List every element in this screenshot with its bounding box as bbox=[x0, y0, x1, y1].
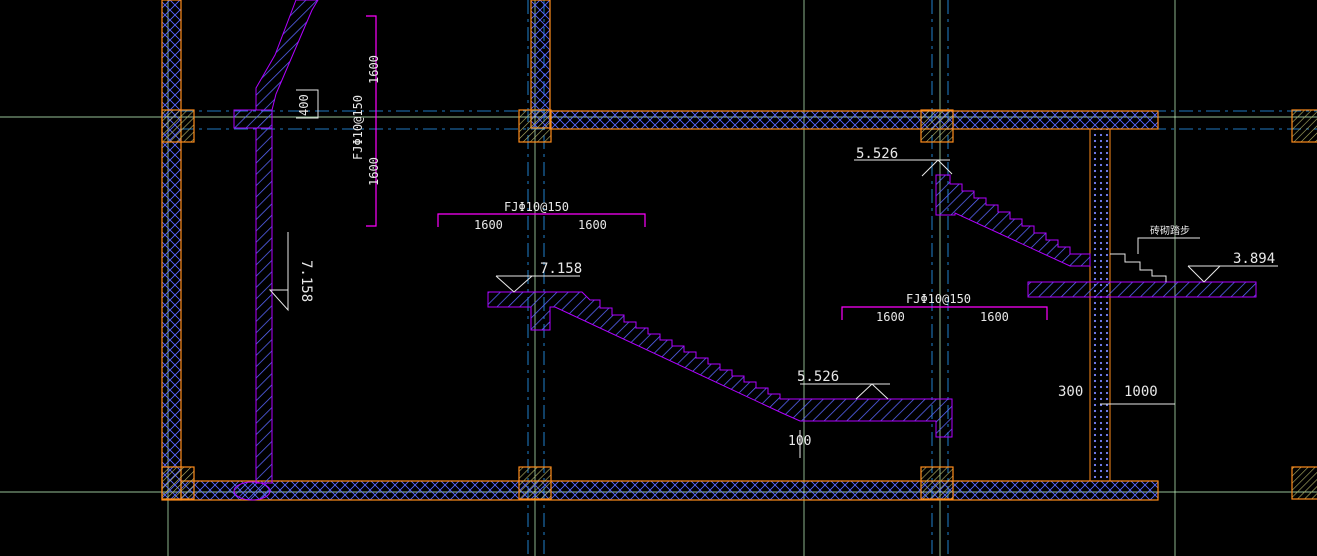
rebar-lines bbox=[366, 15, 1048, 320]
rebar-horizontal-right-dim-2: 1600 bbox=[980, 310, 1009, 324]
walls bbox=[161, 0, 1159, 501]
rebar-horizontal-right-dim-1: 1600 bbox=[876, 310, 905, 324]
rebar-horizontal-left-dim-1: 1600 bbox=[474, 218, 503, 232]
bottom-beam bbox=[180, 480, 1159, 501]
rebar-horizontal-left-label: FJΦ10@150 bbox=[504, 200, 569, 214]
elev-landing-mid: 5.526 bbox=[797, 369, 839, 385]
rebar-vertical-dim-bottom: 1600 bbox=[367, 157, 381, 186]
brick-steps bbox=[1110, 237, 1200, 282]
dim-1000: 1000 bbox=[1124, 384, 1158, 400]
elev-right: 3.894 bbox=[1233, 251, 1275, 267]
axis-lines bbox=[180, 0, 1317, 556]
dim-100: 100 bbox=[788, 434, 811, 449]
elev-left-vertical: 7.158 bbox=[298, 260, 314, 302]
stair-section-drawing: FJΦ10@150 1600 1600 FJΦ10@150 1600 1600 … bbox=[0, 0, 1317, 556]
rebar-horizontal-right-label: FJΦ10@150 bbox=[906, 292, 971, 306]
left-stair-flight bbox=[233, 0, 319, 501]
right-brick-wall bbox=[1089, 128, 1111, 482]
columns bbox=[161, 109, 1317, 500]
grid-lines bbox=[0, 0, 1317, 556]
dim-300: 300 bbox=[1058, 384, 1083, 400]
rebar-vertical-dim-top: 1600 bbox=[367, 55, 381, 84]
dim-400: 400 bbox=[297, 94, 311, 116]
note-brick-steps: 砖砌踏步 bbox=[1150, 224, 1190, 237]
elev-landing-left: 7.158 bbox=[540, 261, 582, 277]
rebar-vertical-label: FJΦ10@150 bbox=[351, 95, 365, 160]
rebar-horizontal-left-dim-2: 1600 bbox=[578, 218, 607, 232]
left-wall bbox=[161, 0, 182, 501]
mid-wall bbox=[530, 0, 551, 129]
top-beam bbox=[549, 110, 1159, 130]
elev-landing-right-top: 5.526 bbox=[856, 146, 898, 162]
cad-drawing-canvas[interactable]: FJΦ10@150 1600 1600 FJΦ10@150 1600 1600 … bbox=[0, 0, 1317, 556]
